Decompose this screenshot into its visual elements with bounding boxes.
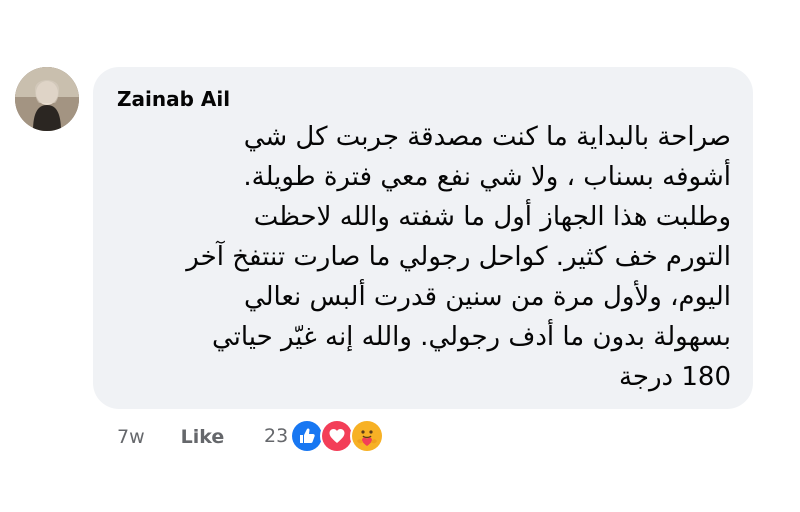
comment-text: صراحة بالبداية ما كنت مصدقة جربت كل شي أ… [111,117,731,397]
care-reaction-icon [350,419,385,453]
love-reaction-icon [320,419,355,453]
comment-text-line: أشوفه بسناب ، ولا شي نفع معي فترة طويلة. [243,162,731,192]
reaction-icons [290,419,385,453]
like-reaction-icon [290,419,325,453]
comment-timestamp[interactable]: 7w [117,426,145,448]
comment-text-line: 180 درجة [618,362,731,392]
comment-author-name[interactable]: Zainab Ail [117,87,230,111]
comment-text-line: بسهولة بدون ما أدف رجولي. والله إنه غيّر… [211,322,731,352]
avatar[interactable] [15,67,79,131]
comment-actions: 7w Like [117,422,224,452]
comment-text-line: اليوم، ولأول مرة من سنين قدرت ألبس نعالي [243,282,731,312]
comment-text-line: صراحة بالبداية ما كنت مصدقة جربت كل شي [243,122,731,152]
avatar-image [15,67,79,131]
reactions-summary[interactable]: 23 [264,418,385,454]
comment-bubble: Zainab Ail صراحة بالبداية ما كنت مصدقة ج… [93,67,753,409]
comment: Zainab Ail صراحة بالبداية ما كنت مصدقة ج… [0,0,800,512]
comment-text-line: وطلبت هذا الجهاز أول ما شفته والله لاحظت [253,202,731,232]
like-button[interactable]: Like [181,426,225,448]
reaction-count: 23 [264,425,289,447]
comment-text-line: التورم خف كثير. كواحل رجولي ما صارت تنتف… [186,242,731,272]
